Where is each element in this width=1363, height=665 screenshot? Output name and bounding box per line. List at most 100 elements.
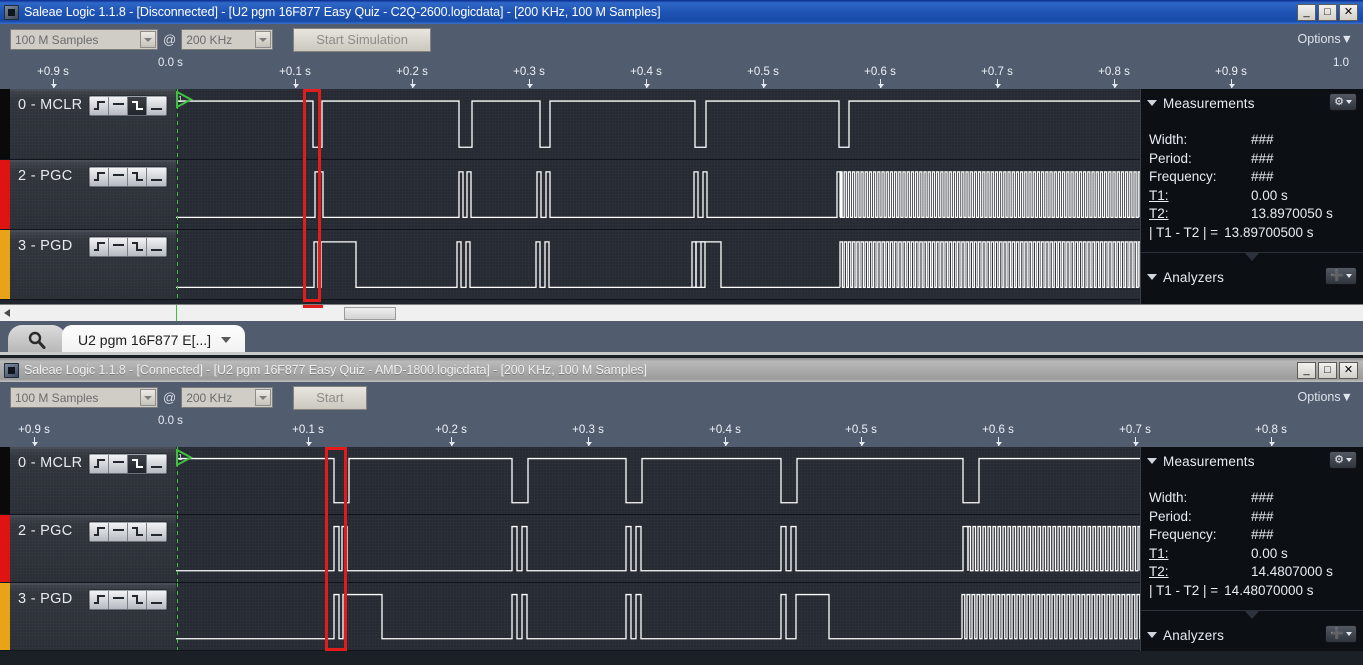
start-simulation-button[interactable]: Start Simulation bbox=[293, 28, 431, 52]
trigger-falling-edge-button[interactable] bbox=[128, 455, 147, 473]
trigger-high-level-button[interactable] bbox=[109, 455, 128, 473]
trigger-low-level-button[interactable] bbox=[147, 238, 166, 256]
options-menu[interactable]: Options▼ bbox=[1298, 32, 1353, 46]
chevron-down-icon[interactable] bbox=[140, 31, 156, 48]
channel-waveform[interactable] bbox=[176, 583, 1140, 650]
trigger-flag-icon[interactable]: 1 bbox=[176, 91, 196, 109]
minimize-button[interactable]: _ bbox=[1297, 4, 1316, 21]
scroll-left-arrow-icon[interactable] bbox=[4, 309, 10, 317]
plus-icon[interactable]: ➕ bbox=[1325, 625, 1357, 643]
trigger-button-group[interactable] bbox=[88, 589, 168, 611]
plus-icon[interactable]: ➕ bbox=[1325, 267, 1357, 285]
trigger-flag-icon[interactable]: 1 bbox=[176, 449, 196, 467]
trigger-button-group[interactable] bbox=[88, 95, 168, 117]
window1-ruler[interactable]: 0.0 s 1.0 +0.9 s+0.1 s+0.2 s+0.3 s+0.4 s… bbox=[0, 55, 1363, 89]
collapse-caret-icon[interactable] bbox=[1147, 274, 1157, 280]
measurement-key: Frequency: bbox=[1149, 168, 1251, 187]
channel-waveform[interactable]: 1 bbox=[176, 447, 1140, 514]
trigger-high-level-button[interactable] bbox=[109, 238, 128, 256]
channel-label-box[interactable]: 2 - PGC bbox=[10, 515, 176, 582]
trigger-falling-edge-button[interactable] bbox=[128, 238, 147, 256]
channel-row: 0 - MCLR1 bbox=[0, 89, 1140, 160]
trigger-rising-edge-button[interactable] bbox=[90, 591, 109, 609]
trigger-high-level-button[interactable] bbox=[109, 591, 128, 609]
measurement-value: ### bbox=[1251, 168, 1363, 187]
trigger-rising-edge-button[interactable] bbox=[90, 97, 109, 115]
trigger-falling-edge-button[interactable] bbox=[128, 168, 147, 186]
channel-waveform[interactable] bbox=[176, 515, 1140, 582]
close-button[interactable]: ✕ bbox=[1339, 362, 1358, 379]
sample-rate-select[interactable]: 200 KHz bbox=[181, 29, 273, 50]
measurements-header[interactable]: Measurements ⚙ bbox=[1141, 89, 1363, 117]
channel-label-box[interactable]: 0 - MCLR bbox=[10, 89, 176, 159]
measurement-key[interactable]: T2: bbox=[1149, 563, 1251, 582]
measurement-key: Period: bbox=[1149, 508, 1251, 527]
collapse-caret-icon[interactable] bbox=[1147, 458, 1157, 464]
trigger-rising-edge-button[interactable] bbox=[90, 523, 109, 541]
ruler-tick-mark bbox=[588, 437, 589, 446]
maximize-button[interactable]: □ bbox=[1318, 362, 1337, 379]
trigger-high-level-button[interactable] bbox=[109, 523, 128, 541]
trigger-button-group[interactable] bbox=[88, 236, 168, 258]
trigger-low-level-button[interactable] bbox=[147, 455, 166, 473]
measurement-key[interactable]: T2: bbox=[1149, 205, 1251, 224]
sample-count-select[interactable]: 100 M Samples bbox=[10, 29, 158, 50]
trigger-low-level-button[interactable] bbox=[147, 168, 166, 186]
analyzers-header[interactable]: Analyzers ➕ bbox=[1141, 621, 1363, 649]
channel-label-box[interactable]: 3 - PGD bbox=[10, 230, 176, 299]
trigger-rising-edge-button[interactable] bbox=[90, 168, 109, 186]
ruler-tick-mark bbox=[308, 437, 309, 446]
window1-body: 0 - MCLR12 - PGC3 - PGD Measurements ⚙ W… bbox=[0, 89, 1363, 304]
chevron-down-icon[interactable] bbox=[255, 31, 271, 48]
gear-icon[interactable]: ⚙ bbox=[1329, 451, 1357, 469]
trigger-button-group[interactable] bbox=[88, 521, 168, 543]
options-menu[interactable]: Options▼ bbox=[1298, 390, 1353, 404]
trigger-low-level-button[interactable] bbox=[147, 591, 166, 609]
chevron-down-icon[interactable] bbox=[221, 337, 231, 343]
minimize-button[interactable]: _ bbox=[1297, 362, 1316, 379]
chevron-down-icon[interactable] bbox=[255, 389, 271, 406]
window2-ruler[interactable]: 0.0 s +0.9 s+0.1 s+0.2 s+0.3 s+0.4 s+0.5… bbox=[0, 413, 1363, 447]
trigger-falling-edge-button[interactable] bbox=[128, 97, 147, 115]
trigger-falling-edge-button[interactable] bbox=[128, 523, 147, 541]
trigger-high-level-button[interactable] bbox=[109, 97, 128, 115]
channel-label-box[interactable]: 2 - PGC bbox=[10, 160, 176, 229]
window1-hscrollbar[interactable] bbox=[0, 304, 1363, 321]
analyzers-header[interactable]: Analyzers ➕ bbox=[1141, 263, 1363, 291]
close-button[interactable]: ✕ bbox=[1339, 4, 1358, 21]
measurements-header[interactable]: Measurements ⚙ bbox=[1141, 447, 1363, 475]
trigger-low-level-button[interactable] bbox=[147, 97, 166, 115]
trigger-time-line bbox=[177, 515, 178, 582]
start-button[interactable]: Start bbox=[293, 386, 366, 410]
scroll-thumb[interactable] bbox=[344, 307, 396, 320]
gear-icon[interactable]: ⚙ bbox=[1329, 93, 1357, 111]
maximize-button[interactable]: □ bbox=[1318, 4, 1337, 21]
channel-label-box[interactable]: 0 - MCLR bbox=[10, 447, 176, 514]
window2-titlebar[interactable]: Saleae Logic 1.1.8 - [Connected] - [U2 p… bbox=[0, 358, 1363, 382]
trigger-high-level-button[interactable] bbox=[109, 168, 128, 186]
measurement-key[interactable]: T1: bbox=[1149, 545, 1251, 564]
channel-label-box[interactable]: 3 - PGD bbox=[10, 583, 176, 650]
measurement-key[interactable]: T1: bbox=[1149, 187, 1251, 206]
document-tab[interactable]: U2 pgm 16F877 E[...] bbox=[62, 325, 245, 355]
ruler-tick-label: +0.3 s bbox=[513, 66, 545, 78]
trigger-rising-edge-button[interactable] bbox=[90, 238, 109, 256]
search-icon[interactable] bbox=[8, 325, 66, 355]
collapse-caret-icon[interactable] bbox=[1147, 632, 1157, 638]
measurement-key: Width: bbox=[1149, 131, 1251, 150]
channel-waveform[interactable] bbox=[176, 160, 1140, 229]
ruler-tick-label: +0.9 s bbox=[1215, 66, 1247, 78]
sample-rate-select[interactable]: 200 KHz bbox=[181, 387, 273, 408]
trigger-low-level-button[interactable] bbox=[147, 523, 166, 541]
sample-count-select[interactable]: 100 M Samples bbox=[10, 387, 158, 408]
trigger-button-group[interactable] bbox=[88, 166, 168, 188]
collapse-caret-icon[interactable] bbox=[1147, 100, 1157, 106]
chevron-down-icon[interactable] bbox=[140, 389, 156, 406]
channel-waveform[interactable]: 1 bbox=[176, 89, 1140, 159]
measurement-row: T1:0.00 s bbox=[1149, 545, 1363, 564]
channel-waveform[interactable] bbox=[176, 230, 1140, 299]
window1-titlebar[interactable]: Saleae Logic 1.1.8 - [Disconnected] - [U… bbox=[0, 0, 1363, 24]
trigger-rising-edge-button[interactable] bbox=[90, 455, 109, 473]
trigger-button-group[interactable] bbox=[88, 453, 168, 475]
trigger-falling-edge-button[interactable] bbox=[128, 591, 147, 609]
